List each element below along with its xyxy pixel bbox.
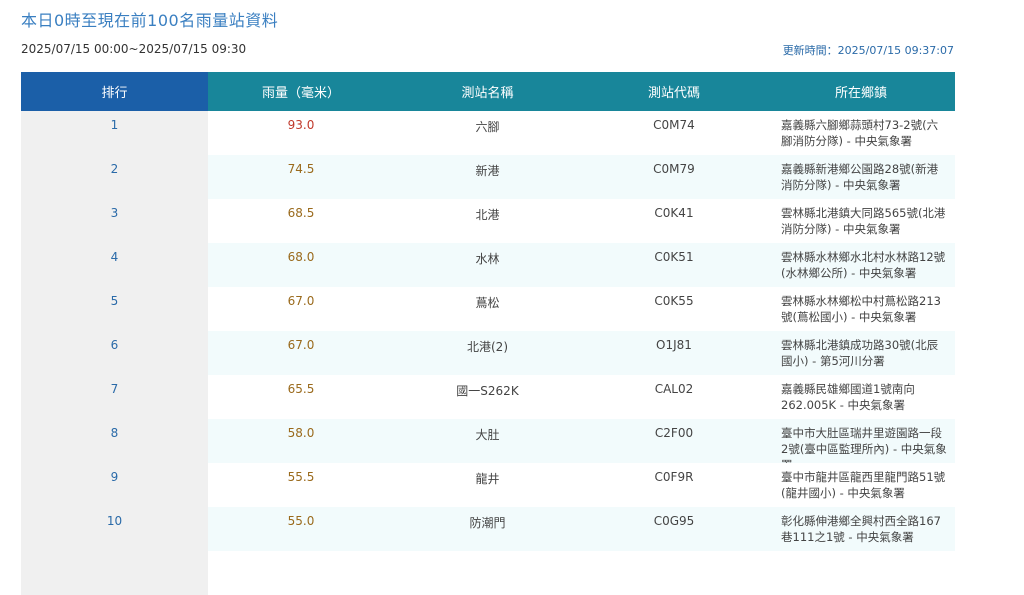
- location-cell: 雲林縣北港鎮大同路565號(北港消防分隊) - 中央氣象署: [767, 199, 955, 243]
- rank-cell: 5: [21, 287, 208, 331]
- station-code-cell: C0G95: [581, 507, 767, 551]
- rank-cell: 6: [21, 331, 208, 375]
- rainfall-cell: 55.5: [208, 463, 394, 507]
- location-cell: 嘉義縣新港鄉公園路28號(新港消防分隊) - 中央氣象署: [767, 155, 955, 199]
- rainfall-cell: 74.5: [208, 155, 394, 199]
- table-row: 1 93.0 六腳 C0M74 嘉義縣六腳鄉蒜頭村73-2號(六腳消防分隊) -…: [21, 111, 955, 155]
- location-cell: [767, 551, 955, 595]
- rank-cell: 8: [21, 419, 208, 463]
- table-row: 5 67.0 蔦松 C0K55 雲林縣水林鄉松中村蔦松路213號(蔦松國小) -…: [21, 287, 955, 331]
- location-cell: 臺中市龍井區龍西里龍門路51號(龍井國小) - 中央氣象署: [767, 463, 955, 507]
- update-time: 更新時間：2025/07/15 09:37:07: [782, 44, 954, 57]
- rainfall-cell: 67.0: [208, 287, 394, 331]
- header-location[interactable]: 所在鄉鎮: [767, 72, 955, 111]
- station-code-cell: C0F9R: [581, 463, 767, 507]
- station-code-cell: CAL02: [581, 375, 767, 419]
- table-row: 2 74.5 新港 C0M79 嘉義縣新港鄉公園路28號(新港消防分隊) - 中…: [21, 155, 955, 199]
- location-cell: 嘉義縣民雄鄉國道1號南向262.005K - 中央氣象署: [767, 375, 955, 419]
- rainfall-cell: 67.0: [208, 331, 394, 375]
- location-cell: 雲林縣水林鄉水北村水林路12號(水林鄉公所) - 中央氣象署: [767, 243, 955, 287]
- date-range: 2025/07/15 00:00~2025/07/15 09:30: [21, 42, 247, 56]
- station-code-cell: C0M74: [581, 111, 767, 155]
- location-cell: 臺中市大肚區瑞井里遊園路一段2號(臺中區監理所內) - 中央氣象署: [767, 419, 955, 472]
- station-code-cell: C0K41: [581, 199, 767, 243]
- station-name-cell: 六腳: [394, 111, 581, 155]
- rainfall-cell: [208, 551, 394, 595]
- station-code-cell: O1J81: [581, 331, 767, 375]
- location-cell: 彰化縣伸港鄉全興村西全路167巷111之1號 - 中央氣象署: [767, 507, 955, 551]
- table-row: 6 67.0 北港(2) O1J81 雲林縣北港鎮成功路30號(北辰國小) - …: [21, 331, 955, 375]
- rainfall-cell: 68.5: [208, 199, 394, 243]
- table-header: 排行 雨量（毫米） 測站名稱 測站代碼 所在鄉鎮: [21, 72, 955, 111]
- station-name-cell: 新港: [394, 155, 581, 199]
- rank-cell: 4: [21, 243, 208, 287]
- location-cell: 嘉義縣六腳鄉蒜頭村73-2號(六腳消防分隊) - 中央氣象署: [767, 111, 955, 155]
- table-row: 10 55.0 防潮門 C0G95 彰化縣伸港鄉全興村西全路167巷111之1號…: [21, 507, 955, 551]
- table-row: 9 55.5 龍井 C0F9R 臺中市龍井區龍西里龍門路51號(龍井國小) - …: [21, 463, 955, 507]
- station-code-cell: C0M79: [581, 155, 767, 199]
- rainfall-cell: 65.5: [208, 375, 394, 419]
- rank-cell: 7: [21, 375, 208, 419]
- station-name-cell: 龍井: [394, 463, 581, 507]
- header-rainfall[interactable]: 雨量（毫米）: [208, 72, 394, 111]
- rainfall-cell: 58.0: [208, 419, 394, 463]
- page-title: 本日0時至現在前100名雨量站資料: [21, 11, 279, 30]
- station-code-cell: [581, 551, 767, 595]
- table-row: 8 58.0 大肚 C2F00 臺中市大肚區瑞井里遊園路一段2號(臺中區監理所內…: [21, 419, 955, 472]
- rank-cell: 10: [21, 507, 208, 551]
- table-row: 7 65.5 國一S262K CAL02 嘉義縣民雄鄉國道1號南向262.005…: [21, 375, 955, 419]
- rank-cell: 3: [21, 199, 208, 243]
- station-name-cell: 國一S262K: [394, 375, 581, 419]
- station-name-cell: 蔦松: [394, 287, 581, 331]
- station-name-cell: 大肚: [394, 419, 581, 463]
- rank-cell: 1: [21, 111, 208, 155]
- location-cell: 雲林縣水林鄉松中村蔦松路213號(蔦松國小) - 中央氣象署: [767, 287, 955, 331]
- rainfall-cell: 93.0: [208, 111, 394, 155]
- station-name-cell: [394, 551, 581, 595]
- station-code-cell: C2F00: [581, 419, 767, 463]
- rank-cell: 2: [21, 155, 208, 199]
- location-cell: 雲林縣北港鎮成功路30號(北辰國小) - 第5河川分署: [767, 331, 955, 375]
- table-row: 3 68.5 北港 C0K41 雲林縣北港鎮大同路565號(北港消防分隊) - …: [21, 199, 955, 243]
- rainfall-cell: 55.0: [208, 507, 394, 551]
- table-row-partial: [21, 551, 955, 595]
- rank-cell: [21, 551, 208, 595]
- station-name-cell: 防潮門: [394, 507, 581, 551]
- rainfall-cell: 68.0: [208, 243, 394, 287]
- station-name-cell: 北港: [394, 199, 581, 243]
- rainfall-table: 排行 雨量（毫米） 測站名稱 測站代碼 所在鄉鎮 1 93.0 六腳 C0M74…: [21, 72, 955, 595]
- header-station-code[interactable]: 測站代碼: [581, 72, 767, 111]
- header-station-name[interactable]: 測站名稱: [394, 72, 581, 111]
- header-rank[interactable]: 排行: [21, 72, 208, 111]
- station-code-cell: C0K55: [581, 287, 767, 331]
- station-code-cell: C0K51: [581, 243, 767, 287]
- table-row: 4 68.0 水林 C0K51 雲林縣水林鄉水北村水林路12號(水林鄉公所) -…: [21, 243, 955, 287]
- station-name-cell: 水林: [394, 243, 581, 287]
- rank-cell: 9: [21, 463, 208, 507]
- station-name-cell: 北港(2): [394, 331, 581, 375]
